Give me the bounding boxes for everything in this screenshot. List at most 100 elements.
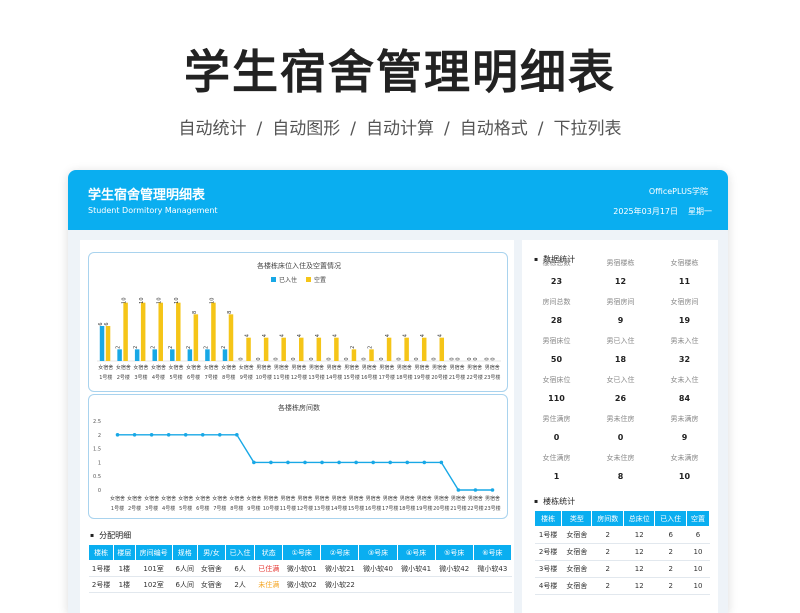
- bar: [369, 349, 374, 361]
- allocation-column-header[interactable]: ②号床: [320, 544, 360, 561]
- table-cell[interactable]: 女宿舍: [561, 526, 592, 544]
- category-type-label: 女宿舍: [144, 495, 159, 502]
- table-cell[interactable]: 10: [686, 543, 710, 561]
- table-cell[interactable]: 微小软01: [282, 560, 321, 577]
- allocation-column-header[interactable]: ④号床: [396, 544, 436, 561]
- table-cell[interactable]: 4号楼: [534, 577, 562, 595]
- allocation-column-header[interactable]: ⑥号床: [472, 544, 513, 561]
- table-row[interactable]: 2号楼 1楼 102室 6人间 女宿舍 2人 未住满 微小软02 微小软22: [88, 576, 512, 593]
- category-label: 9号楼: [240, 374, 253, 381]
- table-cell[interactable]: 微小软42: [435, 560, 474, 577]
- data-point: [337, 460, 341, 465]
- table-cell[interactable]: 2号楼: [534, 543, 562, 561]
- table-cell[interactable]: [473, 576, 512, 593]
- stat-item: 男宿房间 9: [588, 297, 653, 325]
- data-label: 2: [168, 346, 174, 349]
- table-row[interactable]: 1号楼 女宿舍 2 12 6 6: [534, 526, 710, 544]
- status-cell[interactable]: 未住满: [254, 576, 283, 593]
- stat-label: 男宿楼栋: [606, 259, 635, 267]
- table-cell[interactable]: 6人间: [172, 576, 198, 593]
- table-cell[interactable]: 2: [591, 543, 624, 561]
- data-label: 0: [274, 357, 280, 360]
- table-cell[interactable]: 2: [654, 577, 687, 595]
- table-row[interactable]: 4号楼 女宿舍 2 12 2 10: [534, 577, 710, 595]
- y-tick-label: 2.5: [93, 419, 101, 425]
- allocation-column-header[interactable]: ③号床: [358, 544, 398, 561]
- stat-label: 楼栋总数: [542, 259, 571, 267]
- table-cell[interactable]: 1楼: [113, 560, 136, 577]
- table-cell[interactable]: 6: [654, 526, 687, 544]
- date-label: 2025年03月17日: [613, 207, 678, 216]
- table-cell[interactable]: 10: [686, 560, 710, 578]
- bar: [187, 349, 193, 361]
- category-type-label: 男宿舍: [349, 495, 364, 502]
- table-cell[interactable]: 微小软21: [320, 560, 359, 577]
- table-cell[interactable]: 1楼: [113, 576, 136, 593]
- stat-value: 110: [548, 394, 565, 403]
- category-type-label: 男宿舍: [256, 364, 271, 371]
- allocation-column-header[interactable]: ⑤号床: [434, 544, 474, 561]
- table-cell[interactable]: 101室: [135, 560, 173, 577]
- table-cell[interactable]: 微小软22: [320, 576, 359, 593]
- allocation-column-header[interactable]: 已入住: [224, 544, 256, 561]
- table-cell[interactable]: [435, 576, 474, 593]
- table-cell[interactable]: 女宿舍: [561, 577, 592, 595]
- building-column-header[interactable]: 总床位: [622, 510, 656, 527]
- allocation-column-header[interactable]: 楼层: [113, 544, 136, 561]
- allocation-column-header[interactable]: 规格: [171, 544, 198, 561]
- table-cell[interactable]: 6人间: [172, 560, 198, 577]
- building-column-header[interactable]: 类型: [561, 510, 593, 527]
- table-cell[interactable]: [358, 576, 398, 593]
- table-cell[interactable]: 2: [591, 560, 624, 578]
- table-cell[interactable]: 微小软40: [358, 560, 398, 577]
- table-cell[interactable]: 10: [686, 577, 710, 595]
- table-cell[interactable]: 12: [623, 560, 655, 578]
- data-label: 2: [367, 346, 373, 349]
- table-cell[interactable]: 女宿舍: [197, 560, 226, 577]
- table-cell[interactable]: 102室: [135, 576, 173, 593]
- table-cell[interactable]: 1号楼: [88, 560, 114, 577]
- allocation-column-header[interactable]: 状态: [254, 544, 284, 561]
- data-label: 4: [297, 334, 303, 337]
- table-cell[interactable]: 6人: [225, 560, 255, 577]
- table-cell[interactable]: 女宿舍: [197, 576, 226, 593]
- data-point: [183, 433, 188, 437]
- stat-item: 男未满房 9: [652, 414, 717, 442]
- building-column-header[interactable]: 房间数: [591, 510, 624, 527]
- building-column-header[interactable]: 空置: [685, 510, 711, 527]
- table-cell[interactable]: 微小软43: [473, 560, 512, 577]
- feature-list: 自动统计 / 自动图形 / 自动计算 / 自动格式 / 下拉列表: [0, 114, 800, 139]
- stat-item: 女已入住 26: [588, 375, 653, 403]
- table-cell[interactable]: 2人: [225, 576, 255, 593]
- table-cell[interactable]: 2: [654, 560, 687, 578]
- table-row[interactable]: 2号楼 女宿舍 2 12 2 10: [534, 543, 710, 561]
- table-cell[interactable]: 2: [654, 543, 687, 561]
- data-point: [200, 433, 205, 437]
- table-cell[interactable]: 2: [591, 526, 624, 544]
- table-cell[interactable]: 2: [591, 577, 624, 595]
- table-cell[interactable]: 12: [623, 526, 655, 544]
- stat-label: 女宿房间: [670, 298, 699, 306]
- building-column-header[interactable]: 已入住: [654, 510, 687, 527]
- table-cell[interactable]: 12: [623, 543, 655, 561]
- building-column-header[interactable]: 楼栋: [533, 510, 563, 527]
- allocation-column-header[interactable]: 楼栋: [87, 544, 115, 561]
- table-row[interactable]: 1号楼 1楼 101室 6人间 女宿舍 6人 已住满 微小软01 微小软21 微小软40 微小软41…: [88, 560, 512, 577]
- table-row[interactable]: 3号楼 女宿舍 2 12 2 10: [534, 560, 710, 578]
- table-cell[interactable]: 6: [686, 526, 710, 544]
- allocation-column-header[interactable]: 男/女: [196, 544, 226, 561]
- category-type-label: 男宿舍: [379, 364, 394, 371]
- table-cell[interactable]: 微小软02: [282, 576, 321, 593]
- table-cell[interactable]: 2号楼: [88, 576, 114, 593]
- table-cell[interactable]: 微小软41: [397, 560, 436, 577]
- table-cell[interactable]: [397, 576, 436, 593]
- table-cell[interactable]: 女宿舍: [561, 560, 592, 578]
- table-cell[interactable]: 3号楼: [534, 560, 562, 578]
- allocation-column-header[interactable]: ①号床: [282, 544, 322, 561]
- table-cell[interactable]: 女宿舍: [561, 543, 592, 561]
- status-cell[interactable]: 已住满: [254, 560, 283, 577]
- data-point: [132, 433, 137, 437]
- table-cell[interactable]: 12: [623, 577, 655, 595]
- table-cell[interactable]: 1号楼: [534, 526, 562, 544]
- allocation-column-header[interactable]: 房间编号: [134, 544, 173, 561]
